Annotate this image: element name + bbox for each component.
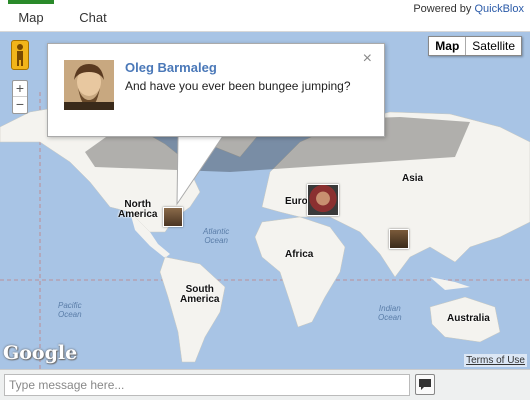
- map-type-map-button[interactable]: Map: [429, 37, 467, 55]
- quickblox-link[interactable]: QuickBlox: [474, 3, 524, 15]
- label-atlantic-ocean: Atlantic Ocean: [203, 227, 230, 245]
- label-south-america: South America: [180, 284, 220, 305]
- google-logo: Google: [3, 342, 78, 364]
- label-pacific-ocean: Pacific Ocean: [58, 301, 82, 319]
- message-popup: Oleg Barmaleg And have you ever been bun…: [47, 43, 385, 137]
- chat-bubble-icon: [419, 379, 431, 390]
- map-type-control: Map Satellite: [428, 36, 522, 56]
- label-australia: Australia: [447, 313, 490, 324]
- popup-user-name[interactable]: Oleg Barmaleg: [125, 60, 217, 75]
- label-africa: Africa: [285, 249, 314, 260]
- powered-by-prefix: Powered by: [413, 3, 472, 15]
- popup-message-text: And have you ever been bungee jumping?: [125, 79, 351, 93]
- user-marker-asia[interactable]: [389, 229, 409, 249]
- label-europe: Euro: [285, 196, 308, 207]
- user-avatar: [64, 60, 114, 110]
- street-view-pegman-icon[interactable]: [11, 40, 29, 70]
- send-button[interactable]: [415, 374, 435, 395]
- zoom-in-button[interactable]: +: [13, 81, 27, 97]
- zoom-out-button[interactable]: −: [13, 97, 27, 113]
- powered-by: Powered by QuickBlox: [413, 3, 524, 15]
- world-map[interactable]: North America South America Euro Asia Af…: [0, 32, 530, 369]
- close-icon[interactable]: ×: [363, 50, 372, 68]
- label-asia: Asia: [402, 173, 424, 184]
- top-bar: Map Chat Powered by QuickBlox: [0, 0, 530, 32]
- terms-of-use-link[interactable]: Terms of Use: [464, 354, 527, 367]
- message-input-bar: [0, 369, 530, 400]
- tab-map[interactable]: Map: [8, 0, 54, 32]
- label-indian-ocean: Indian Ocean: [378, 304, 402, 322]
- label-north-america: North America: [118, 199, 158, 220]
- map-type-satellite-button[interactable]: Satellite: [466, 37, 521, 55]
- user-marker-europe[interactable]: [307, 184, 339, 216]
- zoom-control: + −: [12, 80, 28, 114]
- message-input[interactable]: [4, 374, 410, 396]
- tab-chat[interactable]: Chat: [70, 0, 116, 32]
- user-marker-oleg[interactable]: [163, 207, 183, 227]
